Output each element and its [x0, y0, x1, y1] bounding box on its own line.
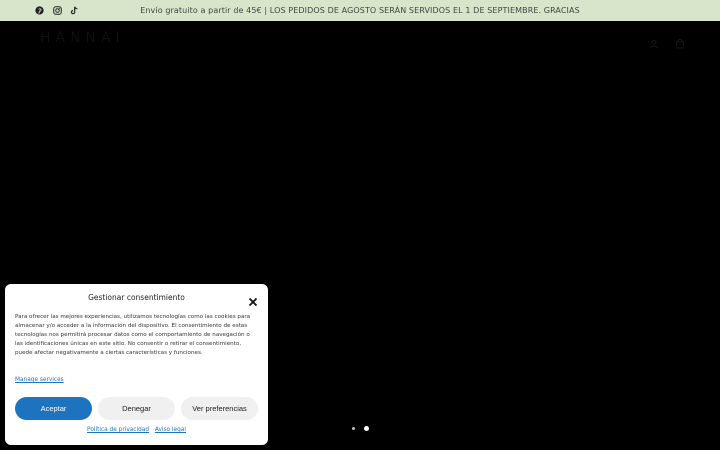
accept-button[interactable]: Aceptar — [15, 397, 92, 420]
manage-services-link[interactable]: Manage services — [15, 377, 64, 383]
slider-dot-1[interactable] — [352, 427, 355, 430]
consent-title: Gestionar consentimiento — [88, 293, 185, 302]
cart-icon[interactable] — [675, 34, 685, 49]
legal-notice-link[interactable]: Aviso legal — [155, 427, 186, 433]
consent-links: Política de privacidad Aviso legal — [5, 427, 268, 433]
preferences-button[interactable]: Ver preferencias — [181, 397, 258, 420]
site-logo[interactable]: HANNAI — [40, 30, 125, 46]
slider-dot-2[interactable] — [364, 426, 369, 431]
instagram-icon[interactable] — [52, 5, 63, 16]
tiktok-icon[interactable] — [69, 5, 80, 16]
consent-body: Para ofrecer las mejores experiencias, u… — [15, 314, 251, 357]
pinterest-icon[interactable] — [34, 5, 45, 16]
cookie-consent-dialog: Gestionar consentimiento Para ofrecer la… — [5, 284, 268, 445]
account-icon[interactable] — [649, 34, 659, 49]
close-icon[interactable] — [248, 292, 258, 307]
announcement-text: Envío gratuito a partir de 45€ | LOS PED… — [140, 6, 580, 15]
deny-button[interactable]: Denegar — [98, 397, 175, 420]
announcement-bar: Envío gratuito a partir de 45€ | LOS PED… — [0, 0, 720, 21]
privacy-policy-link[interactable]: Política de privacidad — [87, 427, 149, 433]
